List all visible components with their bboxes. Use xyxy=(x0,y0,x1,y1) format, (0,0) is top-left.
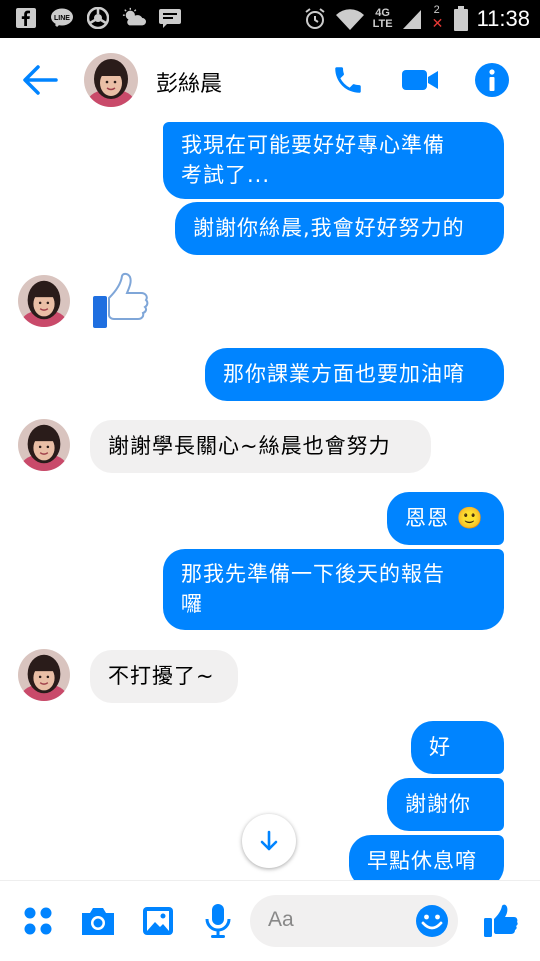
outgoing-message[interactable]: 好~~ xyxy=(411,721,504,789)
weather-icon xyxy=(122,6,146,30)
like-sticker-icon xyxy=(93,272,149,328)
scroll-to-bottom-button[interactable] xyxy=(242,814,296,868)
notification-icons: LINE xyxy=(14,6,182,30)
info-button[interactable] xyxy=(470,58,514,102)
contact-avatar[interactable] xyxy=(18,419,70,471)
emoji-button[interactable] xyxy=(414,903,450,939)
network-type-label: 4G LTE xyxy=(372,7,393,30)
video-call-button[interactable] xyxy=(398,58,442,102)
outgoing-message[interactable]: 我現在可能要好好專心準備 考試了... xyxy=(163,122,504,199)
outgoing-message[interactable]: 那我先準備一下後天的報告 囉 xyxy=(163,549,504,630)
contact-name[interactable]: 彭絲晨 xyxy=(156,66,222,98)
back-arrow-icon xyxy=(23,65,58,95)
contact-avatar[interactable] xyxy=(18,649,70,701)
gallery-button[interactable] xyxy=(138,901,178,941)
voice-message-button[interactable] xyxy=(198,901,238,941)
contact-avatar[interactable] xyxy=(18,275,70,327)
svg-text:LINE: LINE xyxy=(54,15,70,22)
conversation-header: 彭絲晨 xyxy=(0,38,540,122)
line-icon: LINE xyxy=(50,6,74,30)
more-apps-button[interactable] xyxy=(18,901,58,941)
outgoing-message[interactable]: 那你課業方面也要加油唷 xyxy=(205,348,504,401)
clock: 11:38 xyxy=(476,6,530,31)
alarm-icon xyxy=(305,8,325,29)
incoming-message[interactable]: 謝謝學長關心~絲晨也會努力 xyxy=(90,420,431,473)
messenger-icon xyxy=(158,6,182,30)
like-sticker[interactable] xyxy=(90,272,150,330)
chrome-icon xyxy=(86,6,110,30)
outgoing-message[interactable]: 謝謝你 xyxy=(387,778,504,831)
no-signal-x-icon: ✕ xyxy=(431,16,444,32)
camera-icon xyxy=(82,908,114,935)
scroll-down-icon xyxy=(260,830,278,851)
info-icon xyxy=(475,63,509,97)
emoji-icon xyxy=(416,905,448,937)
contact-avatar[interactable] xyxy=(84,53,138,107)
battery-icon xyxy=(453,6,468,31)
signal-icon xyxy=(402,10,421,29)
outgoing-message[interactable]: 恩恩 🙂 xyxy=(387,492,504,545)
incoming-message[interactable]: 不打擾了~ xyxy=(90,650,238,703)
phone-icon xyxy=(335,67,361,93)
message-input[interactable] xyxy=(266,907,410,933)
apps-grid-icon xyxy=(24,907,52,935)
message-list[interactable]: 我現在可能要好好專心準備 考試了... 謝謝你絲晨,我會好好努力的 那你課業方面… xyxy=(0,122,540,880)
camera-button[interactable] xyxy=(78,901,118,941)
composer-bar xyxy=(0,880,540,961)
message-input-container xyxy=(250,895,458,947)
back-button[interactable] xyxy=(20,60,60,100)
voice-call-button[interactable] xyxy=(326,58,370,102)
system-icons: 4G LTE 2 ✕ 11:38 xyxy=(303,4,530,34)
send-like-button[interactable] xyxy=(480,901,520,941)
outgoing-message[interactable]: 早點休息唷 xyxy=(349,835,504,880)
wifi-icon xyxy=(335,9,364,30)
facebook-icon xyxy=(14,6,38,30)
gallery-icon xyxy=(143,907,173,935)
status-bar: LINE 4G LTE 2 ✕ 11:38 xyxy=(0,0,540,38)
like-icon xyxy=(484,904,518,937)
signal-2-indicator: 2 ✕ xyxy=(431,4,444,32)
outgoing-message[interactable]: 謝謝你絲晨,我會好好努力的 xyxy=(175,202,504,255)
video-icon xyxy=(402,70,438,90)
microphone-icon xyxy=(205,904,231,938)
